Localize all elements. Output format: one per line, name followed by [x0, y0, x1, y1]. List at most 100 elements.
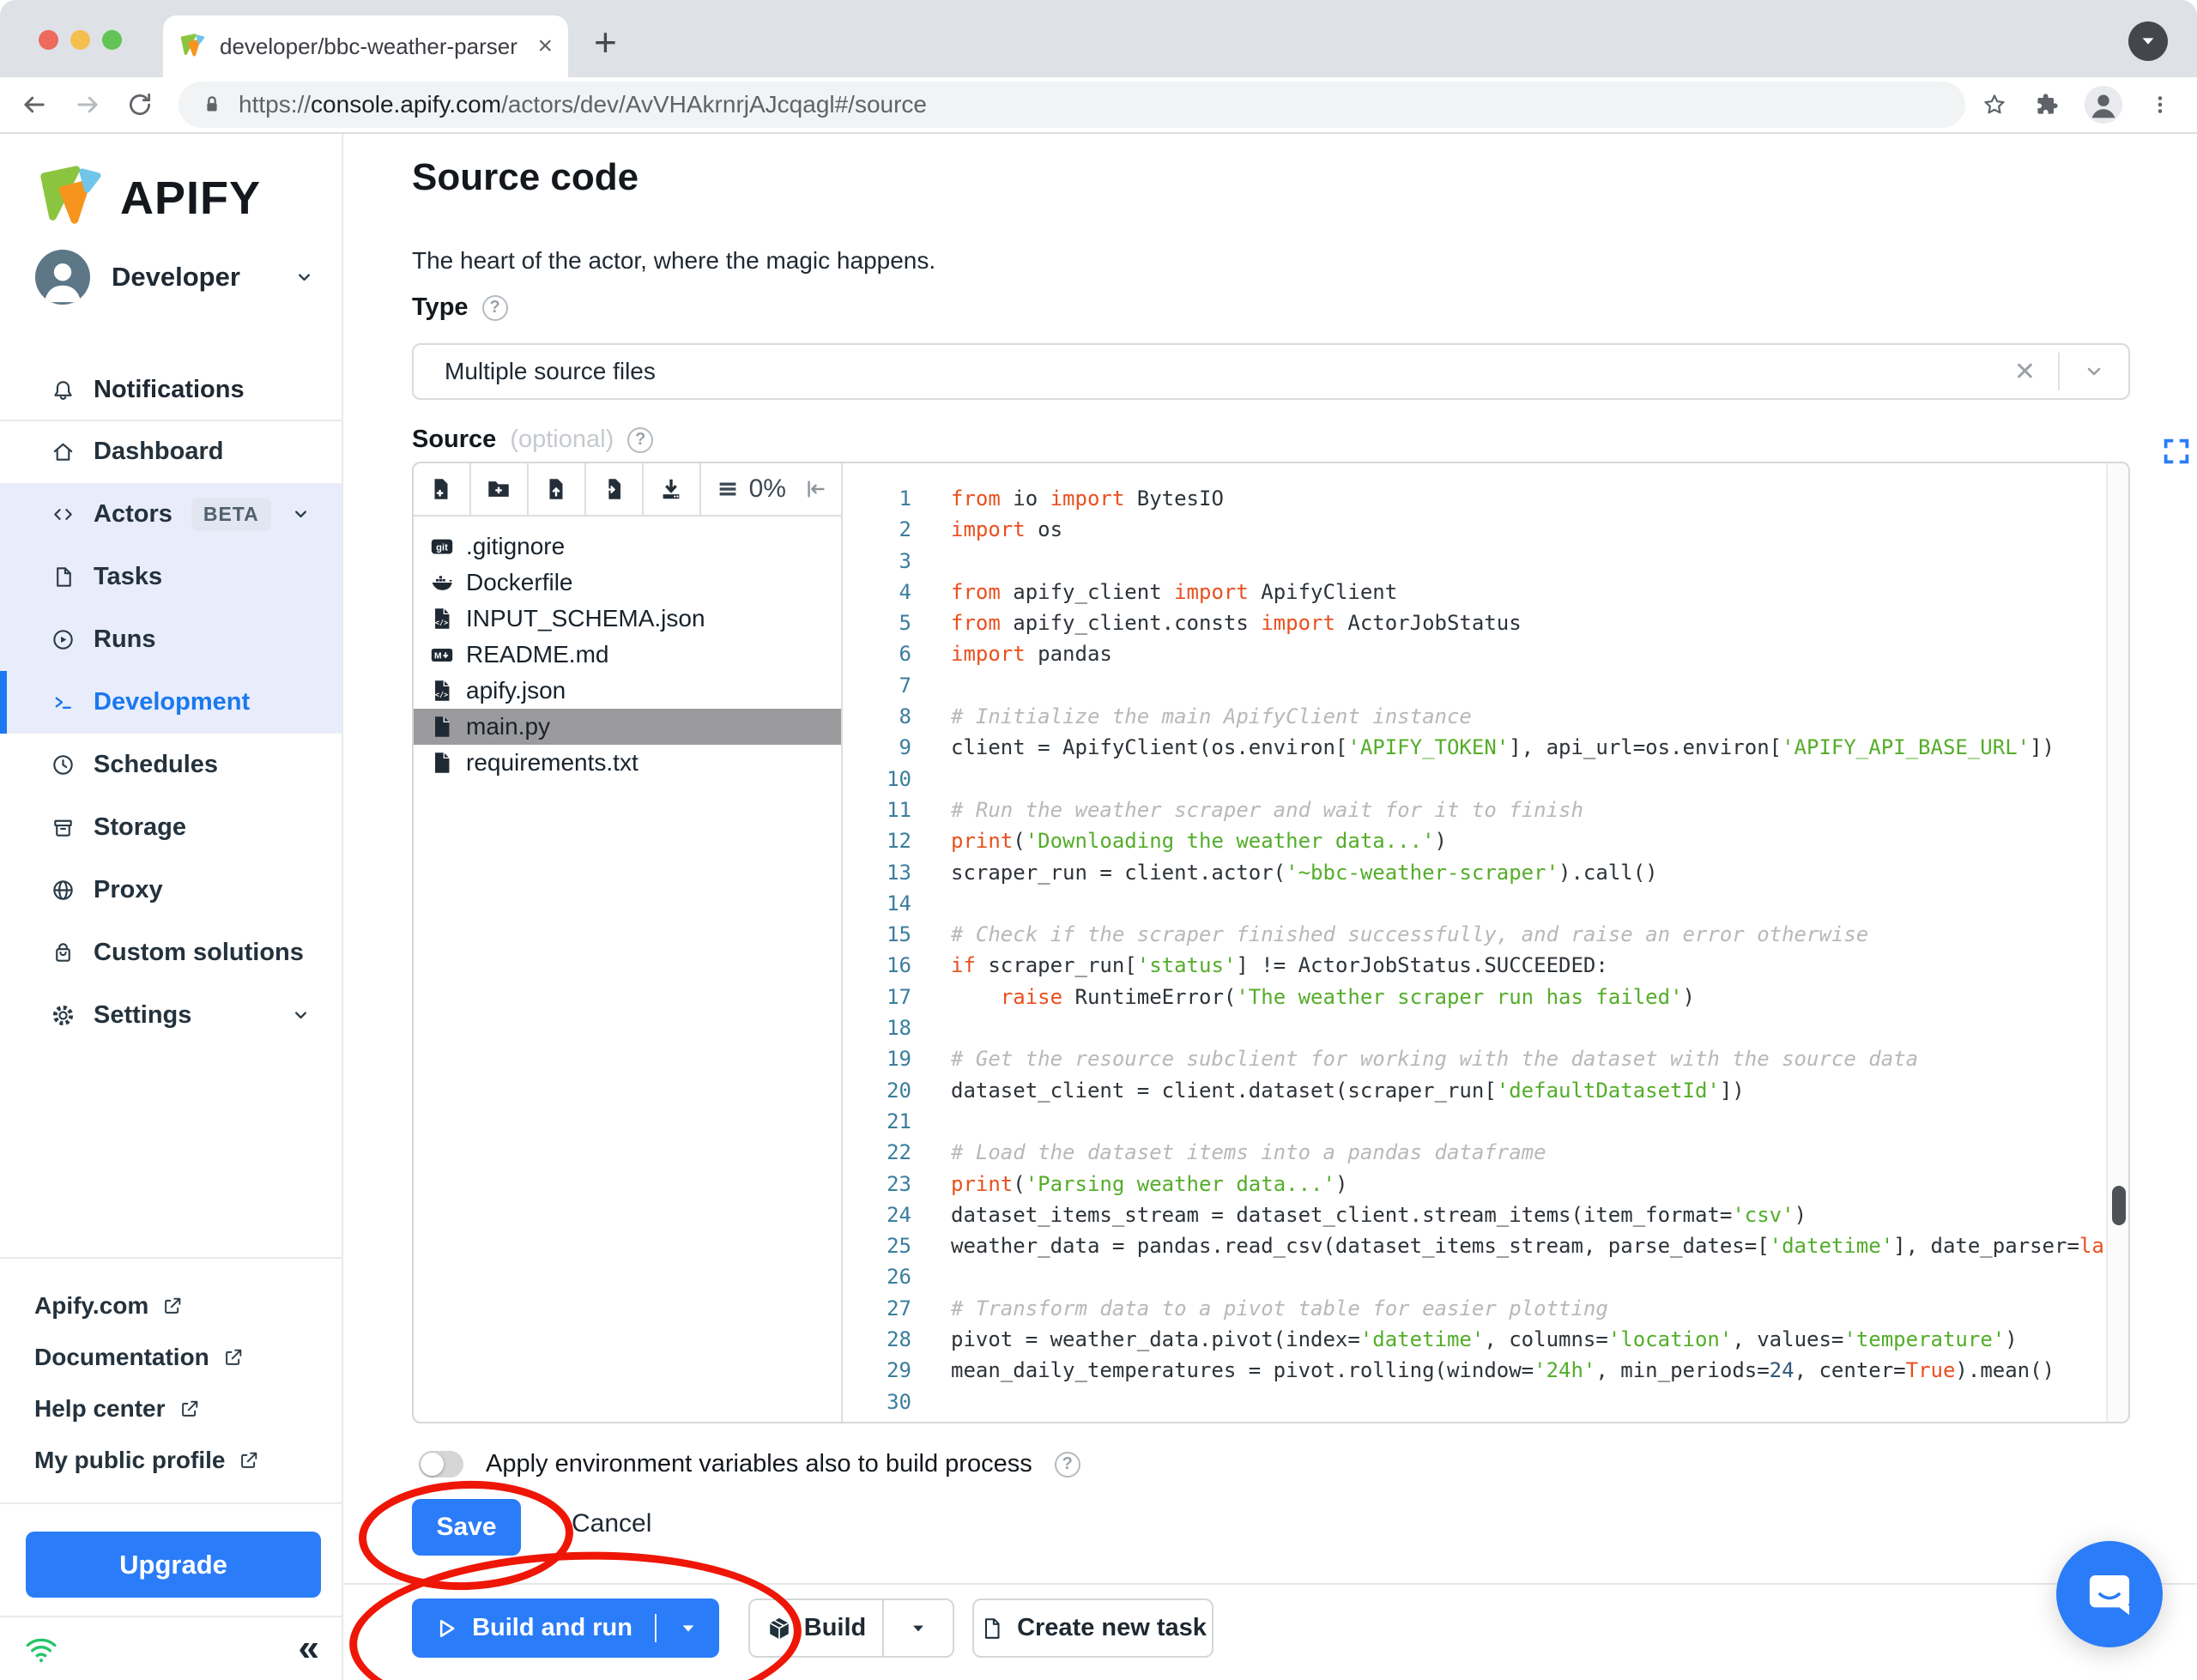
file-icon [429, 750, 455, 776]
account-switcher[interactable]: Developer [34, 249, 318, 305]
lock-icon [199, 92, 225, 118]
markdown-icon: M [429, 642, 455, 668]
file-icon [429, 714, 455, 740]
window-menu-button[interactable] [2128, 21, 2168, 61]
tab-close-icon[interactable]: × [537, 32, 553, 61]
type-label: Type [412, 293, 469, 322]
browser-avatar[interactable] [2084, 85, 2123, 124]
build-dropdown-button[interactable] [884, 1600, 953, 1656]
sidebar-item-custom-solutions[interactable]: Custom solutions [0, 922, 342, 984]
file-name: INPUT_SCHEMA.json [466, 605, 705, 632]
file-row-Dockerfile[interactable]: Dockerfile [414, 565, 841, 601]
download-button[interactable] [644, 463, 701, 515]
maximize-window-button[interactable] [102, 30, 122, 50]
clear-icon[interactable]: ✕ [1992, 357, 2058, 387]
svg-text:</>: </> [435, 619, 448, 627]
url-text: https://console.apify.com/actors/dev/AvV… [239, 91, 927, 118]
apify-logo-mark-icon [34, 163, 105, 233]
page-title: Source code [412, 156, 639, 199]
link-apify-com[interactable]: Apify.com [34, 1280, 261, 1332]
back-icon[interactable] [19, 89, 50, 120]
link-documentation[interactable]: Documentation [34, 1332, 261, 1383]
create-new-task-button[interactable]: Create new task [972, 1598, 1213, 1658]
external-link-icon [221, 1345, 245, 1369]
source-label: Source [412, 426, 496, 454]
list-icon [715, 476, 741, 502]
chevron-down-icon[interactable] [2060, 358, 2108, 385]
globe-icon [50, 877, 76, 903]
collapse-sidebar-button[interactable]: « [299, 1629, 319, 1667]
scrollbar-thumb[interactable] [2112, 1186, 2126, 1225]
collapse-panel-icon[interactable] [803, 476, 829, 502]
file-row-.gitignore[interactable]: git.gitignore [414, 529, 841, 565]
url-field[interactable]: https://console.apify.com/actors/dev/AvV… [179, 82, 1965, 128]
minimize-window-button[interactable] [70, 30, 90, 50]
file-row-README.md[interactable]: M README.md [414, 637, 841, 673]
file-name: README.md [466, 641, 608, 668]
sidebar-item-settings[interactable]: Settings [0, 984, 342, 1047]
link-my-public-profile[interactable]: My public profile [34, 1435, 261, 1486]
docker-icon [429, 570, 455, 595]
code-brackets-icon [50, 501, 76, 528]
sidebar-item-schedules[interactable]: Schedules [0, 734, 342, 796]
sidebar-item-dashboard[interactable]: Dashboard [0, 420, 342, 483]
file-list: git.gitignore Dockerfile </> INPUT_SCHEMA.j… [414, 517, 841, 781]
apify-logo[interactable]: APIFY [34, 163, 261, 233]
apify-logo-text: APIFY [120, 172, 261, 225]
editor-scrollbar[interactable] [2106, 463, 2128, 1422]
bookmark-star-icon[interactable] [1981, 91, 2008, 118]
main-content: Source code The heart of the actor, wher… [343, 134, 2197, 1680]
import-file-button[interactable] [586, 463, 644, 515]
help-icon[interactable]: ? [482, 295, 508, 321]
new-document-icon [979, 1616, 1005, 1641]
file-row-main.py[interactable]: main.py [414, 709, 841, 745]
file-name: Dockerfile [466, 569, 572, 596]
home-icon [50, 438, 76, 465]
file-row-apify.json[interactable]: </>apify.json [414, 673, 841, 709]
extensions-puzzle-icon[interactable] [2032, 91, 2060, 118]
intercom-launcher[interactable] [2056, 1541, 2163, 1647]
progress-percent: 0% [749, 474, 786, 504]
chevron-down-icon[interactable] [287, 501, 314, 528]
sidebar-item-development[interactable]: Development [0, 671, 342, 734]
file-row-requirements.txt[interactable]: requirements.txt [414, 745, 841, 781]
sidebar-item-notifications[interactable]: Notifications [50, 376, 245, 404]
chevron-down-icon[interactable] [287, 1002, 314, 1029]
file-name: main.py [466, 713, 550, 740]
wifi-status-icon [22, 1629, 60, 1667]
reload-icon[interactable] [125, 90, 154, 119]
sidebar-item-storage[interactable]: Storage [0, 796, 342, 859]
upload-file-button[interactable] [529, 463, 586, 515]
cancel-button[interactable]: Cancel [572, 1509, 651, 1538]
sidebar-item-runs[interactable]: Runs [0, 608, 342, 671]
link-help-center[interactable]: Help center [34, 1383, 261, 1435]
beta-badge: BETA [191, 498, 271, 531]
sidebar-item-tasks[interactable]: Tasks [0, 546, 342, 608]
external-link-icon [237, 1448, 261, 1472]
new-folder-button[interactable] [471, 463, 529, 515]
help-icon[interactable]: ? [627, 427, 653, 453]
sidebar-item-proxy[interactable]: Proxy [0, 859, 342, 922]
gear-icon [50, 1002, 76, 1029]
forward-icon[interactable] [72, 89, 103, 120]
source-code-panel: 0% git.gitignore Dockerfile </> INPUT_SCHEM… [412, 462, 2130, 1423]
sidebar-item-actors[interactable]: Actors BETA [0, 483, 342, 546]
avatar [34, 249, 91, 305]
help-icon[interactable]: ? [1055, 1452, 1080, 1478]
sidebar-footer-links: Apify.com Documentation Help center My p… [34, 1280, 261, 1486]
type-select[interactable]: Multiple source files ✕ [412, 343, 2130, 400]
fullscreen-icon[interactable] [2161, 436, 2192, 467]
code-file-icon: </> [429, 678, 455, 704]
env-vars-toggle[interactable] [419, 1451, 463, 1478]
divider [0, 1257, 342, 1259]
code-editor[interactable]: 1from io import BytesIO2import os34from … [844, 463, 2128, 1422]
new-file-button[interactable] [414, 463, 471, 515]
code-lines: 1from io import BytesIO2import os34from … [844, 483, 2128, 1422]
svg-text:M: M [434, 652, 442, 662]
close-window-button[interactable] [39, 30, 58, 50]
browser-tab[interactable]: developer/bbc-weather-parser × [163, 15, 568, 77]
browser-menu-dots-icon[interactable] [2147, 92, 2173, 118]
upgrade-button[interactable]: Upgrade [26, 1532, 321, 1598]
file-row-INPUT_SCHEMA.json[interactable]: </> INPUT_SCHEMA.json [414, 601, 841, 637]
new-tab-button[interactable]: + [594, 19, 617, 65]
